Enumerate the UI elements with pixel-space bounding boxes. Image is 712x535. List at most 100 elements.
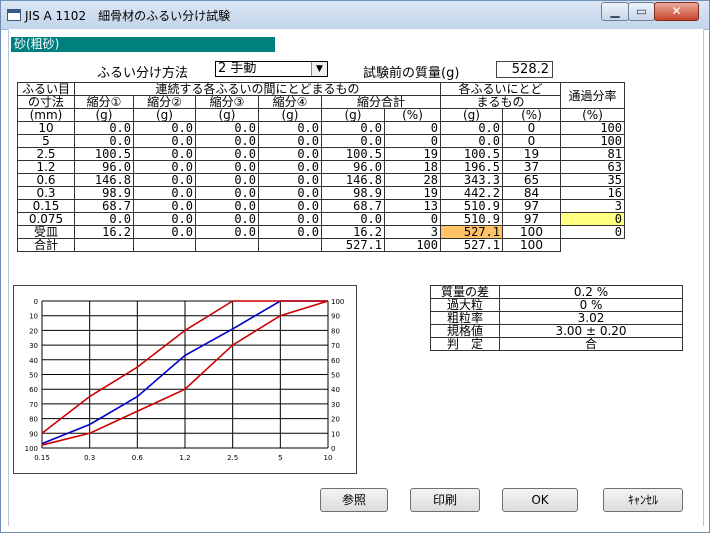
dropdown-arrow-icon[interactable]: ▼ — [311, 62, 327, 76]
table-row: 5 0.0 0.0 0.0 0.0 0.0 0 0.0 0 100 — [17, 134, 625, 148]
division-input-cell[interactable]: 0.0 — [258, 173, 322, 187]
sieve-size-cell: 10 — [17, 121, 75, 135]
value-cell: 37 — [502, 160, 561, 174]
sieve-size-cell: 2.5 — [17, 147, 75, 161]
division-input-cell[interactable]: 96.0 — [74, 160, 134, 174]
division-input-cell[interactable]: 68.7 — [74, 199, 134, 213]
x-tick-label: 0.3 — [84, 454, 95, 462]
method-value: 2 手動 — [218, 61, 257, 76]
pan-div3[interactable]: 0.0 — [195, 225, 259, 239]
division-input-cell[interactable]: 0.0 — [74, 121, 134, 135]
table-row: 2.5 100.5 0.0 0.0 0.0 100.5 19 100.5 19 81 — [17, 147, 625, 161]
maximize-icon: ▭ — [635, 4, 648, 18]
division-input-cell[interactable]: 0.0 — [258, 134, 322, 148]
y-tick-label-right: 0 — [331, 445, 335, 453]
sieve-size-cell: 0.3 — [17, 186, 75, 200]
division-input-cell[interactable]: 0.0 — [258, 186, 322, 200]
pan-passing: 0 — [560, 225, 625, 239]
y-tick-label-left: 100 — [25, 445, 38, 453]
division-input-cell[interactable]: 100.5 — [74, 147, 134, 161]
y-tick-label-left: 0 — [34, 298, 38, 306]
value-cell: 442.2 — [440, 186, 503, 200]
division-input-cell[interactable]: 0.0 — [195, 186, 259, 200]
result-row: 過大粒 0 % — [430, 298, 683, 312]
unit-cell: (%) — [502, 108, 561, 122]
division-input-cell[interactable]: 0.0 — [195, 134, 259, 148]
division-input-cell[interactable]: 0.0 — [133, 160, 196, 174]
division-input-cell[interactable]: 0.0 — [258, 147, 322, 161]
division-input-cell[interactable]: 0.0 — [74, 212, 134, 226]
division-input-cell[interactable]: 0.0 — [133, 186, 196, 200]
passing-cell: 35 — [560, 173, 625, 187]
division-input-cell[interactable]: 0.0 — [74, 134, 134, 148]
reference-button[interactable]: 参照 — [320, 488, 388, 512]
y-tick-label-left: 10 — [29, 313, 38, 321]
cancel-button[interactable]: ｷｬﾝｾﾙ — [603, 488, 683, 512]
division-input-cell[interactable]: 0.0 — [258, 212, 322, 226]
division-input-cell[interactable]: 0.0 — [195, 199, 259, 213]
pan-div1[interactable]: 16.2 — [74, 225, 134, 239]
result-key: 質量の差 — [430, 285, 500, 299]
y-tick-label-right: 50 — [331, 372, 340, 380]
division-input-cell[interactable]: 0.0 — [195, 173, 259, 187]
title-bar[interactable]: JIS A 1102 細骨材のふるい分け試験 ▁ ▭ ✕ — [1, 1, 709, 30]
value-cell: 19 — [384, 186, 441, 200]
sieve-size-cell: 0.6 — [17, 173, 75, 187]
value-cell: 343.3 — [440, 173, 503, 187]
result-value: 合 — [499, 337, 683, 351]
y-tick-label-left: 30 — [29, 342, 38, 350]
close-button[interactable]: ✕ — [654, 2, 699, 21]
value-cell: 510.9 — [440, 199, 503, 213]
total-label: 合計 — [17, 238, 75, 252]
value-cell: 98.9 — [321, 186, 385, 200]
close-icon: ✕ — [671, 4, 682, 18]
value-cell: 18 — [384, 160, 441, 174]
window-title: JIS A 1102 細骨材のふるい分け試験 — [25, 9, 231, 23]
x-tick-label: 1.2 — [179, 454, 190, 462]
passing-header: 通過分率 — [560, 82, 625, 109]
y-tick-label-left: 80 — [29, 416, 38, 424]
division-input-cell[interactable]: 0.0 — [133, 199, 196, 213]
pan-retained-g: 527.1 — [440, 225, 503, 239]
pan-div2[interactable]: 0.0 — [133, 225, 196, 239]
division-input-cell[interactable]: 0.0 — [133, 212, 196, 226]
value-cell: 146.8 — [321, 173, 385, 187]
division-input-cell[interactable]: 0.0 — [195, 160, 259, 174]
division-input-cell[interactable]: 0.0 — [133, 147, 196, 161]
division-input-cell[interactable]: 0.0 — [258, 199, 322, 213]
pan-div4[interactable]: 0.0 — [258, 225, 322, 239]
division-input-cell[interactable]: 0.0 — [258, 160, 322, 174]
division-input-cell[interactable]: 146.8 — [74, 173, 134, 187]
table-row: 10 0.0 0.0 0.0 0.0 0.0 0 0.0 0 100 — [17, 121, 625, 135]
minimize-button[interactable]: ▁ — [601, 2, 629, 21]
passing-cell: 100 — [560, 134, 625, 148]
ok-button[interactable]: OK — [502, 488, 578, 512]
division-input-cell[interactable]: 98.9 — [74, 186, 134, 200]
division-input-cell[interactable]: 0.0 — [133, 134, 196, 148]
value-cell: 68.7 — [321, 199, 385, 213]
value-cell: 84 — [502, 186, 561, 200]
value-cell: 0.0 — [321, 212, 385, 226]
y-tick-label-left: 50 — [29, 372, 38, 380]
div2-header: 縮分② — [133, 95, 196, 109]
division-input-cell[interactable]: 0.0 — [195, 212, 259, 226]
x-tick-label: 0.6 — [132, 454, 144, 462]
result-row: 質量の差 0.2 % — [430, 285, 683, 299]
print-button[interactable]: 印刷 — [410, 488, 480, 512]
maximize-button[interactable]: ▭ — [628, 2, 655, 21]
total-pct: 100 — [384, 238, 441, 252]
empty-cell — [74, 238, 134, 252]
between-header: 連続する各ふるいの間にとどまるもの — [74, 82, 441, 96]
pan-retained-pct: 100 — [502, 225, 561, 239]
division-input-cell[interactable]: 0.0 — [133, 173, 196, 187]
value-cell: 28 — [384, 173, 441, 187]
division-input-cell[interactable]: 0.0 — [195, 147, 259, 161]
result-key: 過大粒 — [430, 298, 500, 312]
division-input-cell[interactable]: 0.0 — [258, 121, 322, 135]
method-select[interactable]: 2 手動 ▼ — [215, 61, 328, 77]
division-input-cell[interactable]: 0.0 — [195, 121, 259, 135]
unit-cell: (%) — [384, 108, 441, 122]
mass-before-input[interactable]: 528.2 — [496, 61, 553, 78]
y-tick-label-right: 90 — [331, 313, 340, 321]
division-input-cell[interactable]: 0.0 — [133, 121, 196, 135]
